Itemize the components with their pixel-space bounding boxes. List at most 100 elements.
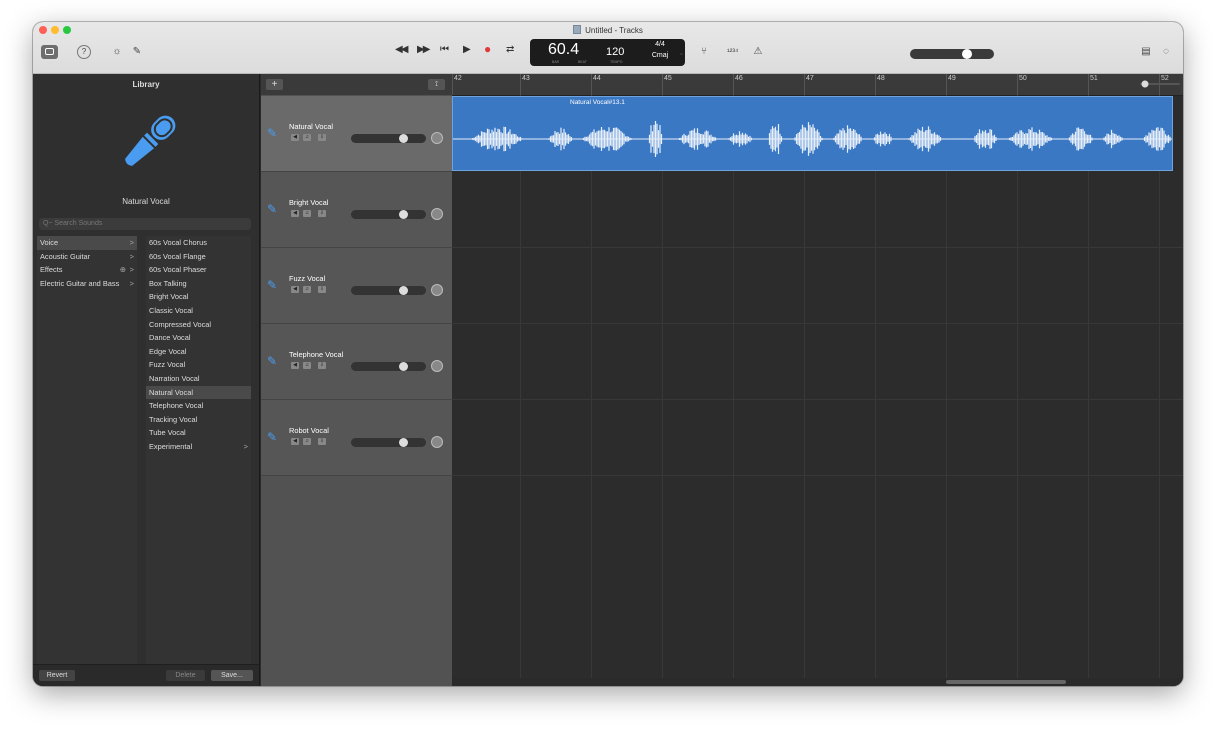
pan-knob[interactable] bbox=[431, 284, 443, 296]
pan-knob[interactable] bbox=[431, 208, 443, 220]
mute-button[interactable]: ◀ bbox=[291, 134, 299, 141]
sound-item[interactable]: Fuzz Vocal bbox=[146, 358, 251, 372]
pan-knob[interactable] bbox=[431, 360, 443, 372]
horizontal-scrollbar[interactable] bbox=[452, 678, 1183, 686]
volume-knob[interactable] bbox=[399, 438, 408, 447]
track-volume-slider[interactable] bbox=[351, 134, 426, 143]
zoom-slider[interactable] bbox=[1140, 79, 1180, 89]
record-button[interactable]: ● bbox=[484, 42, 491, 56]
chevron-right-icon: > bbox=[243, 441, 248, 451]
category-effects[interactable]: Effects ⊕ > bbox=[37, 263, 137, 277]
search-sounds-input[interactable]: Q~ Search Sounds bbox=[39, 218, 251, 230]
fast-forward-button[interactable]: ▶▶ bbox=[417, 44, 430, 55]
count-in-icon[interactable]: ¹²³⁴ bbox=[727, 45, 738, 59]
track-row-divider bbox=[452, 323, 1183, 324]
sound-item[interactable]: Classic Vocal bbox=[146, 304, 251, 318]
ruler-tick bbox=[946, 74, 947, 95]
bar-ruler[interactable]: 42 43 44 45 46 47 48 49 50 51 52 bbox=[452, 74, 1183, 96]
solo-headphones-button[interactable]: ♫ bbox=[303, 286, 311, 293]
sound-item-experimental[interactable]: Experimental > bbox=[146, 440, 251, 454]
track-header[interactable]: ✎ Fuzz Vocal ◀ ♫ ⇩ bbox=[261, 248, 452, 324]
record-enable-button[interactable]: ⇩ bbox=[318, 438, 326, 445]
track-name: Natural Vocal bbox=[289, 122, 333, 131]
solo-headphones-button[interactable]: ♫ bbox=[303, 210, 311, 217]
record-enable-button[interactable]: ⇩ bbox=[318, 362, 326, 369]
mute-button[interactable]: ◀ bbox=[291, 210, 299, 217]
grid-line bbox=[520, 95, 521, 681]
mute-button[interactable]: ◀ bbox=[291, 362, 299, 369]
sound-item[interactable]: Compressed Vocal bbox=[146, 318, 251, 332]
scrollbar-thumb[interactable] bbox=[946, 680, 1066, 684]
cycle-button[interactable]: ⇄ bbox=[506, 44, 514, 55]
add-track-button[interactable]: + bbox=[266, 79, 283, 90]
loop-browser-icon[interactable]: ◌ bbox=[1159, 45, 1173, 59]
track-volume-slider[interactable] bbox=[351, 210, 426, 219]
lcd-chevron-icon[interactable]: ⌄ bbox=[678, 46, 685, 60]
lcd-time-signature: 4/4 bbox=[655, 41, 665, 48]
solo-headphones-button[interactable]: ♫ bbox=[303, 362, 311, 369]
category-acoustic-guitar[interactable]: Acoustic Guitar > bbox=[37, 250, 137, 264]
smart-controls-icon[interactable]: ☼ bbox=[110, 45, 124, 59]
track-name: Fuzz Vocal bbox=[289, 274, 326, 283]
library-toggle-button[interactable] bbox=[41, 45, 58, 59]
delete-button[interactable]: Delete bbox=[166, 670, 205, 681]
record-enable-button[interactable]: ⇩ bbox=[318, 134, 326, 141]
rewind-button[interactable]: ◀◀ bbox=[395, 44, 408, 55]
record-enable-button[interactable]: ⇩ bbox=[318, 286, 326, 293]
audio-region[interactable]: Natural Vocal#13.1 bbox=[452, 96, 1173, 171]
sound-item[interactable]: 60s Vocal Flange bbox=[146, 250, 251, 264]
help-button[interactable]: ? bbox=[77, 45, 91, 59]
sound-item-selected[interactable]: Natural Vocal bbox=[146, 385, 251, 400]
sound-item[interactable]: Tube Vocal bbox=[146, 426, 251, 440]
solo-headphones-button[interactable]: ♫ bbox=[303, 134, 311, 141]
master-volume-knob[interactable] bbox=[962, 49, 972, 59]
go-to-beginning-button[interactable]: ⏮ bbox=[440, 44, 449, 55]
garageband-window: Untitled - Tracks ? ☼ ✎ ◀◀ ▶▶ ⏮ ▶ ● ⇄ 60… bbox=[33, 22, 1183, 686]
chevron-right-icon: > bbox=[129, 265, 134, 275]
save-button[interactable]: Save... bbox=[211, 670, 253, 681]
category-electric-guitar-bass[interactable]: Electric Guitar and Bass > bbox=[37, 277, 137, 291]
editors-icon[interactable]: ✎ bbox=[130, 45, 144, 59]
volume-knob[interactable] bbox=[399, 210, 408, 219]
sound-item[interactable]: Telephone Vocal bbox=[146, 399, 251, 413]
sound-item[interactable]: Edge Vocal bbox=[146, 345, 251, 359]
volume-knob[interactable] bbox=[399, 362, 408, 371]
master-volume-slider[interactable] bbox=[910, 49, 994, 59]
pan-knob[interactable] bbox=[431, 436, 443, 448]
volume-knob[interactable] bbox=[399, 134, 408, 143]
sound-item[interactable]: 60s Vocal Chorus bbox=[146, 236, 251, 250]
notepad-icon[interactable]: ▤ bbox=[1139, 45, 1153, 59]
track-header[interactable]: ✎ Robot Vocal ◀ ♫ ⇩ bbox=[261, 400, 452, 476]
sound-item[interactable]: Tracking Vocal bbox=[146, 413, 251, 427]
track-header[interactable]: ✎ Natural Vocal ◀ ♫ ⇩ bbox=[261, 96, 452, 172]
sound-item[interactable]: Box Talking bbox=[146, 277, 251, 291]
solo-headphones-button[interactable]: ♫ bbox=[303, 438, 311, 445]
track-volume-slider[interactable] bbox=[351, 286, 426, 295]
revert-button[interactable]: Revert bbox=[39, 670, 75, 681]
tuner-icon[interactable]: ⑂ bbox=[697, 45, 711, 59]
sound-item[interactable]: Bright Vocal bbox=[146, 290, 251, 304]
mute-button[interactable]: ◀ bbox=[291, 286, 299, 293]
volume-knob[interactable] bbox=[399, 286, 408, 295]
sound-item[interactable]: Dance Vocal bbox=[146, 331, 251, 345]
library-footer: Revert Delete Save... bbox=[33, 664, 259, 686]
play-button[interactable]: ▶ bbox=[463, 44, 471, 55]
sound-item[interactable]: 60s Vocal Phaser bbox=[146, 263, 251, 277]
tracks-area[interactable]: 42 43 44 45 46 47 48 49 50 51 52 Natural… bbox=[452, 74, 1183, 686]
track-row-divider bbox=[452, 399, 1183, 400]
track-volume-slider[interactable] bbox=[351, 362, 426, 371]
category-voice[interactable]: Voice > bbox=[37, 236, 137, 250]
add-icon[interactable]: ⊕ bbox=[120, 263, 126, 277]
track-volume-slider[interactable] bbox=[351, 438, 426, 447]
pan-knob[interactable] bbox=[431, 132, 443, 144]
track-header[interactable]: ✎ Telephone Vocal ◀ ♫ ⇩ bbox=[261, 324, 452, 400]
lcd-display[interactable]: 60.4 BAR BEAT 120 TEMPO 4/4 Cmaj bbox=[530, 39, 685, 66]
mute-button[interactable]: ◀ bbox=[291, 438, 299, 445]
track-header[interactable]: ✎ Bright Vocal ◀ ♫ ⇩ bbox=[261, 172, 452, 248]
catch-playhead-button[interactable]: ⟟ bbox=[428, 79, 445, 90]
sound-item[interactable]: Narration Vocal bbox=[146, 372, 251, 386]
bar-number: 45 bbox=[664, 75, 672, 82]
metronome-icon[interactable]: ⚠ bbox=[751, 45, 765, 59]
chevron-right-icon: > bbox=[129, 278, 134, 288]
record-enable-button[interactable]: ⇩ bbox=[318, 210, 326, 217]
